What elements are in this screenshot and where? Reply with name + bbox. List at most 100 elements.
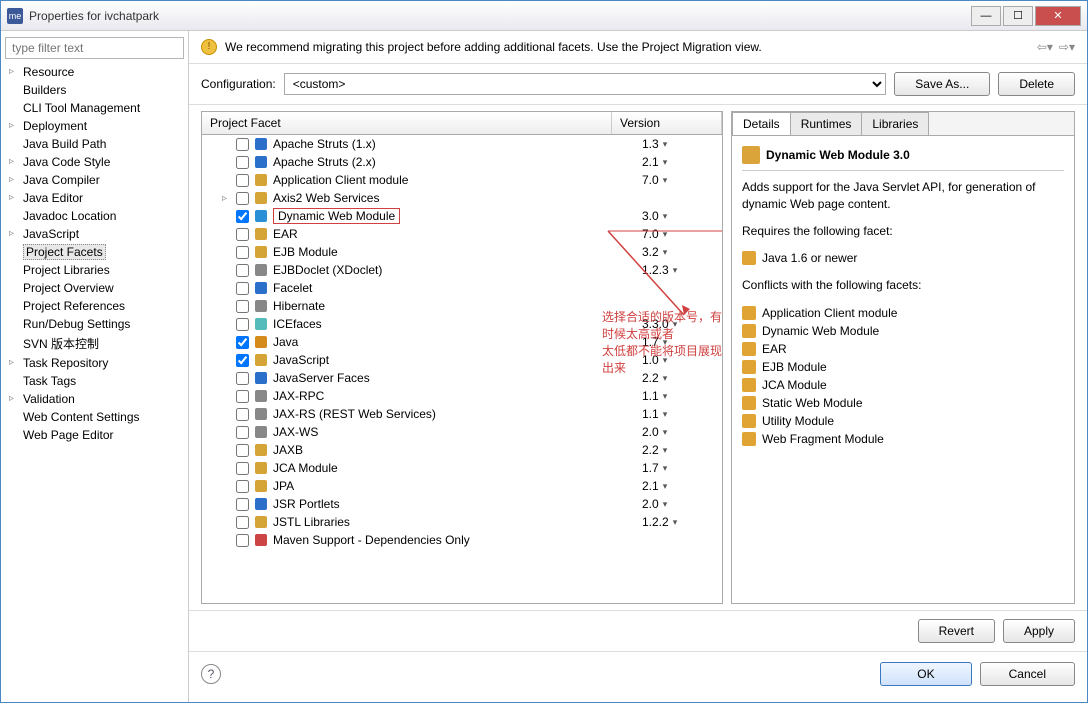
version-dropdown-icon[interactable]: ▾: [663, 175, 668, 186]
sidebar-item[interactable]: Run/Debug Settings: [5, 315, 184, 333]
sidebar-item[interactable]: Project Overview: [5, 279, 184, 297]
delete-button[interactable]: Delete: [998, 72, 1075, 96]
sidebar-item[interactable]: Java Editor: [5, 189, 184, 207]
version-dropdown-icon[interactable]: ▾: [663, 337, 668, 348]
sidebar-item[interactable]: SVN 版本控制: [5, 333, 184, 354]
sidebar-item[interactable]: Java Build Path: [5, 135, 184, 153]
facet-version[interactable]: 1.1▾: [642, 407, 722, 421]
version-dropdown-icon[interactable]: ▾: [673, 265, 678, 276]
col-version[interactable]: Version: [612, 112, 722, 134]
facet-checkbox[interactable]: [236, 174, 249, 187]
facet-version[interactable]: 1.3▾: [642, 137, 722, 151]
forward-icon[interactable]: ⇨▾: [1059, 40, 1075, 54]
facet-checkbox[interactable]: [236, 282, 249, 295]
version-dropdown-icon[interactable]: ▾: [663, 355, 668, 366]
facet-row[interactable]: Dynamic Web Module3.0▾: [202, 207, 722, 225]
tab-details[interactable]: Details: [732, 112, 791, 135]
version-dropdown-icon[interactable]: ▾: [663, 247, 668, 258]
facet-row[interactable]: ICEfaces3.3.0▾: [202, 315, 722, 333]
facet-row[interactable]: JCA Module1.7▾: [202, 459, 722, 477]
sidebar-item[interactable]: Javadoc Location: [5, 207, 184, 225]
facet-checkbox[interactable]: [236, 462, 249, 475]
minimize-button[interactable]: —: [971, 6, 1001, 26]
facet-row[interactable]: EAR7.0▾: [202, 225, 722, 243]
sidebar-item[interactable]: Builders: [5, 81, 184, 99]
facet-row[interactable]: ▹Axis2 Web Services: [202, 189, 722, 207]
facet-version[interactable]: 1.2.2▾: [642, 515, 722, 529]
sidebar-item[interactable]: Deployment: [5, 117, 184, 135]
version-dropdown-icon[interactable]: ▾: [663, 211, 668, 222]
sidebar-item[interactable]: Java Compiler: [5, 171, 184, 189]
facet-row[interactable]: JAXB2.2▾: [202, 441, 722, 459]
sidebar-item[interactable]: Java Code Style: [5, 153, 184, 171]
ok-button[interactable]: OK: [880, 662, 971, 686]
apply-button[interactable]: Apply: [1003, 619, 1075, 643]
tab-runtimes[interactable]: Runtimes: [790, 112, 863, 135]
facet-checkbox[interactable]: [236, 372, 249, 385]
version-dropdown-icon[interactable]: ▾: [663, 229, 668, 240]
sidebar-item[interactable]: Resource: [5, 63, 184, 81]
close-button[interactable]: ✕: [1035, 6, 1081, 26]
revert-button[interactable]: Revert: [918, 619, 995, 643]
facet-checkbox[interactable]: [236, 354, 249, 367]
facet-row[interactable]: JSTL Libraries1.2.2▾: [202, 513, 722, 531]
version-dropdown-icon[interactable]: ▾: [663, 139, 668, 150]
filter-input[interactable]: [5, 37, 184, 59]
facet-row[interactable]: Apache Struts (1.x)1.3▾: [202, 135, 722, 153]
sidebar-item[interactable]: Project References: [5, 297, 184, 315]
facet-checkbox[interactable]: [236, 408, 249, 421]
facet-row[interactable]: Hibernate: [202, 297, 722, 315]
sidebar-item[interactable]: Project Facets: [5, 243, 184, 261]
facet-row[interactable]: JAX-RS (REST Web Services)1.1▾: [202, 405, 722, 423]
sidebar-item[interactable]: Task Repository: [5, 354, 184, 372]
version-dropdown-icon[interactable]: ▾: [673, 319, 678, 330]
facet-version[interactable]: 1.1▾: [642, 389, 722, 403]
sidebar-item[interactable]: JavaScript: [5, 225, 184, 243]
facet-checkbox[interactable]: [236, 516, 249, 529]
facet-version[interactable]: 1.2.3▾: [642, 263, 722, 277]
facet-checkbox[interactable]: [236, 318, 249, 331]
facet-checkbox[interactable]: [236, 192, 249, 205]
version-dropdown-icon[interactable]: ▾: [663, 463, 668, 474]
facet-checkbox[interactable]: [236, 228, 249, 241]
facet-row[interactable]: Java1.7▾: [202, 333, 722, 351]
version-dropdown-icon[interactable]: ▾: [663, 481, 668, 492]
facet-version[interactable]: 2.1▾: [642, 155, 722, 169]
help-button[interactable]: ?: [201, 664, 221, 684]
facet-checkbox[interactable]: [236, 534, 249, 547]
facet-checkbox[interactable]: [236, 444, 249, 457]
version-dropdown-icon[interactable]: ▾: [673, 517, 678, 528]
facet-version[interactable]: 7.0▾: [642, 227, 722, 241]
back-icon[interactable]: ⇦▾: [1037, 40, 1053, 54]
maximize-button[interactable]: ☐: [1003, 6, 1033, 26]
facet-row[interactable]: JavaScript1.0▾: [202, 351, 722, 369]
col-project-facet[interactable]: Project Facet: [202, 112, 612, 134]
facet-checkbox[interactable]: [236, 300, 249, 313]
facet-version[interactable]: 1.7▾: [642, 461, 722, 475]
cancel-button[interactable]: Cancel: [980, 662, 1075, 686]
facet-version[interactable]: 2.2▾: [642, 371, 722, 385]
facet-checkbox[interactable]: [236, 426, 249, 439]
save-as-button[interactable]: Save As...: [894, 72, 990, 96]
version-dropdown-icon[interactable]: ▾: [663, 409, 668, 420]
expand-icon[interactable]: ▹: [222, 193, 232, 204]
sidebar-item[interactable]: Web Content Settings: [5, 408, 184, 426]
sidebar-item[interactable]: Validation: [5, 390, 184, 408]
tab-libraries[interactable]: Libraries: [861, 112, 929, 135]
facet-version[interactable]: 1.0▾: [642, 353, 722, 367]
version-dropdown-icon[interactable]: ▾: [663, 157, 668, 168]
facet-version[interactable]: 2.2▾: [642, 443, 722, 457]
facet-row[interactable]: Application Client module7.0▾: [202, 171, 722, 189]
facet-row[interactable]: EJB Module3.2▾: [202, 243, 722, 261]
facet-checkbox[interactable]: [236, 246, 249, 259]
facet-version[interactable]: 2.1▾: [642, 479, 722, 493]
facet-row[interactable]: JSR Portlets2.0▾: [202, 495, 722, 513]
sidebar-item[interactable]: Task Tags: [5, 372, 184, 390]
version-dropdown-icon[interactable]: ▾: [663, 499, 668, 510]
facet-row[interactable]: Facelet: [202, 279, 722, 297]
facet-version[interactable]: 3.2▾: [642, 245, 722, 259]
sidebar-item[interactable]: Web Page Editor: [5, 426, 184, 444]
facet-checkbox[interactable]: [236, 264, 249, 277]
facet-row[interactable]: JAX-WS2.0▾: [202, 423, 722, 441]
facet-row[interactable]: JavaServer Faces2.2▾: [202, 369, 722, 387]
